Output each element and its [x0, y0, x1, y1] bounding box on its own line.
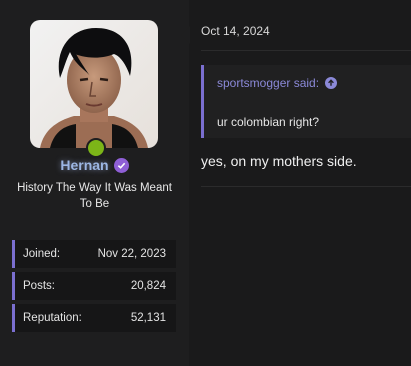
post-main — [189, 0, 411, 366]
arrow-up-icon[interactable] — [325, 77, 338, 89]
username[interactable]: Hernan — [60, 157, 108, 173]
quote-author[interactable]: sportsmogger said: — [217, 76, 319, 90]
avatar-image — [30, 20, 158, 148]
verified-badge-icon — [113, 157, 129, 173]
stat-label: Reputation: — [23, 312, 82, 324]
post-message: yes, on my mothers side. — [201, 153, 357, 169]
stat-label: Posts: — [23, 280, 55, 292]
username-row: Hernan — [0, 157, 189, 173]
online-status-indicator — [86, 138, 106, 158]
post-pointer-arrow — [181, 26, 190, 44]
post-footer-divider — [201, 186, 411, 187]
stat-value: 52,131 — [130, 312, 166, 324]
stat-value: Nov 22, 2023 — [97, 248, 166, 260]
post-date[interactable]: Oct 14, 2024 — [201, 24, 270, 38]
user-title: History The Way It Was Meant To Be — [17, 182, 172, 210]
quote-text: ur colombian right? — [217, 115, 320, 129]
avatar[interactable] — [30, 20, 158, 148]
stat-posts: Posts: 20,824 — [12, 272, 176, 300]
quote-block: sportsmogger said: ur colombian right? — [201, 65, 411, 138]
post-header-divider — [201, 50, 411, 51]
stat-reputation: Reputation: 52,131 — [12, 304, 176, 332]
stat-label: Joined: — [23, 248, 61, 260]
stat-joined: Joined: Nov 22, 2023 — [12, 240, 176, 268]
quote-header[interactable]: sportsmogger said: — [217, 76, 338, 90]
stat-value: 20,824 — [130, 280, 166, 292]
